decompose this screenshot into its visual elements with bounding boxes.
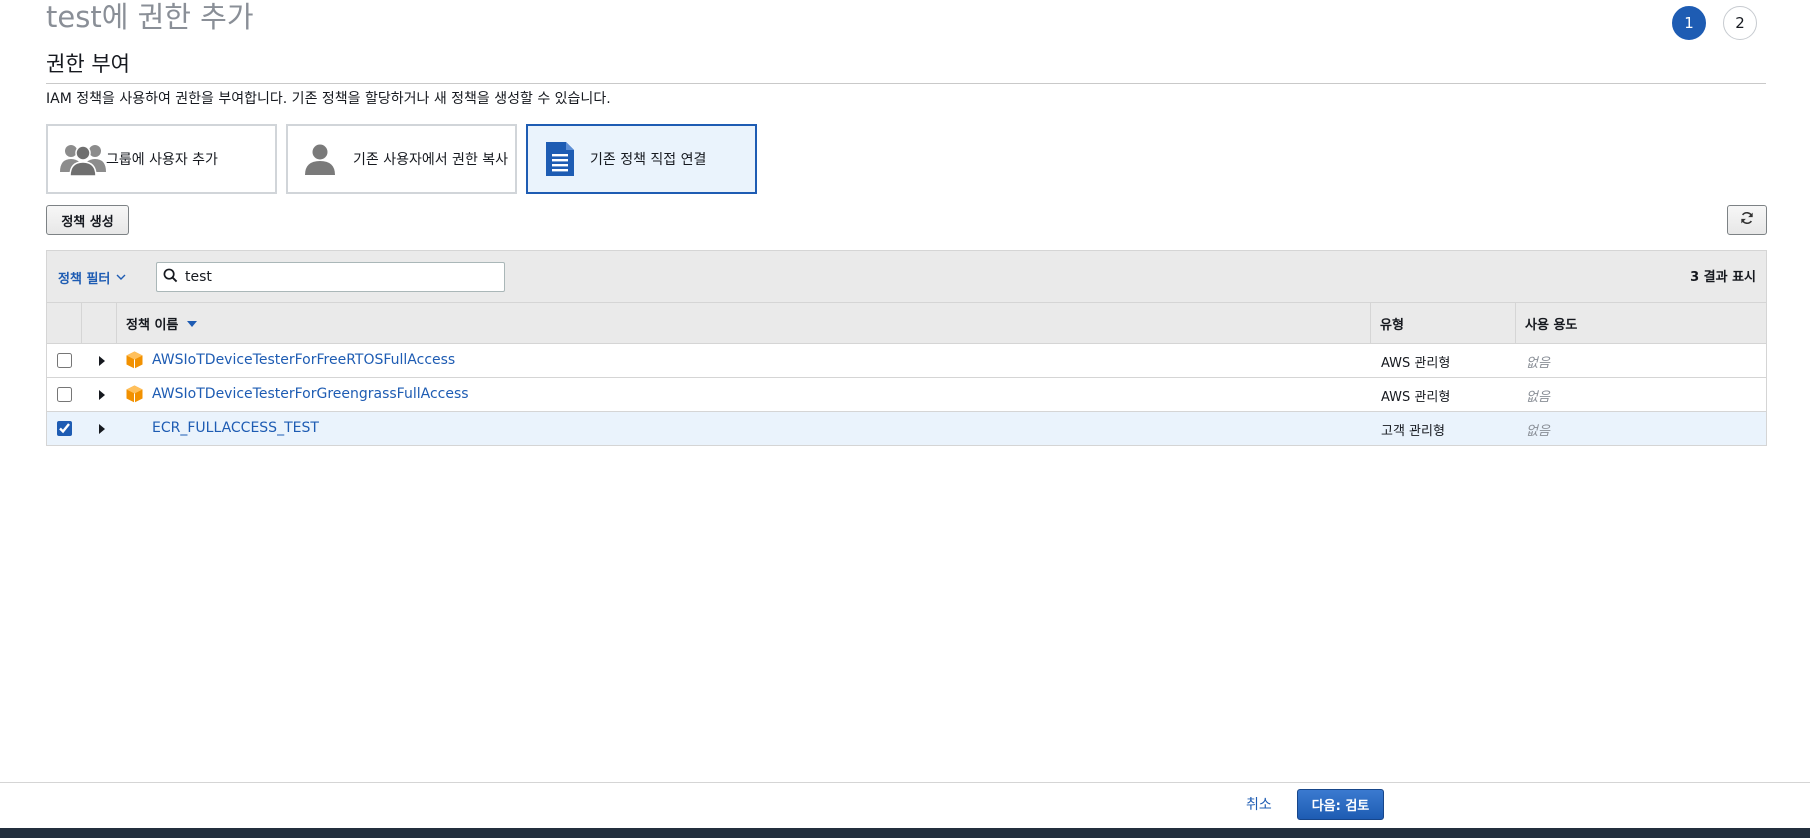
expand-row-icon[interactable] <box>99 424 105 434</box>
section-description: IAM 정책을 사용하여 권한을 부여합니다. 기존 정책을 할당하거나 새 정… <box>46 91 611 107</box>
user-icon <box>304 143 336 175</box>
sort-descending-icon <box>187 321 198 327</box>
option-attach-policies[interactable]: 기존 정책 직접 연결 <box>526 124 757 194</box>
filter-label: 정책 필터 <box>58 272 111 287</box>
policy-usage: 없음 <box>1526 356 1550 371</box>
expand-row-icon[interactable] <box>99 390 105 400</box>
row-checkbox[interactable] <box>57 353 72 368</box>
option-copy-permissions[interactable]: 기존 사용자에서 권한 복사 <box>286 124 517 194</box>
policy-type: 고객 관리형 <box>1381 424 1445 439</box>
users-group-icon <box>60 142 106 176</box>
result-count: 3 결과 표시 <box>1690 270 1756 285</box>
policy-filter-dropdown[interactable]: 정책 필터 <box>58 268 126 287</box>
table-row[interactable]: ECR_FULLACCESS_TEST 고객 관리형 없음 <box>46 412 1767 446</box>
policy-filter-bar: 정책 필터 3 결과 표시 <box>46 250 1767 302</box>
add-permissions-page: test에 권한 추가 1 2 권한 부여 IAM 정책을 사용하여 권한을 부… <box>0 0 1810 838</box>
search-icon <box>163 268 178 287</box>
policy-name-link[interactable]: AWSIoTDeviceTesterForGreengrassFullAcces… <box>152 386 469 402</box>
row-checkbox[interactable] <box>57 387 72 402</box>
policy-table-header: 정책 이름 유형 사용 용도 <box>46 302 1767 344</box>
column-header-type[interactable]: 유형 <box>1370 303 1514 343</box>
policy-name-link[interactable]: ECR_FULLACCESS_TEST <box>152 420 319 436</box>
policy-type: AWS 관리형 <box>1381 356 1451 371</box>
section-divider <box>46 83 1766 84</box>
next-review-button[interactable]: 다음: 검토 <box>1297 789 1384 820</box>
policy-search-input[interactable] <box>183 268 487 286</box>
expand-row-icon[interactable] <box>99 356 105 366</box>
section-title: 권한 부여 <box>46 52 130 76</box>
option-label: 기존 사용자에서 권한 복사 <box>353 152 509 168</box>
page-title: test에 권한 추가 <box>46 0 254 34</box>
document-icon <box>546 142 574 176</box>
create-policy-button[interactable]: 정책 생성 <box>46 205 129 235</box>
policy-type: AWS 관리형 <box>1381 390 1451 405</box>
row-checkbox[interactable] <box>57 421 72 436</box>
refresh-icon <box>1740 211 1754 229</box>
policy-usage: 없음 <box>1526 424 1550 439</box>
column-header-label: 사용 용도 <box>1525 317 1578 333</box>
aws-managed-cube-icon <box>126 351 143 373</box>
wizard-steps: 1 2 <box>1672 6 1757 40</box>
policy-name-link[interactable]: AWSIoTDeviceTesterForFreeRTOSFullAccess <box>152 352 455 368</box>
policy-usage: 없음 <box>1526 390 1550 405</box>
policy-search-box[interactable] <box>156 262 505 292</box>
table-row[interactable]: AWSIoTDeviceTesterForGreengrassFullAcces… <box>46 378 1767 412</box>
wizard-step-2[interactable]: 2 <box>1723 6 1757 40</box>
footer-divider <box>0 782 1810 783</box>
column-header-policy-name[interactable]: 정책 이름 <box>116 303 1370 343</box>
bottom-bar <box>0 828 1810 838</box>
column-separator <box>81 303 82 343</box>
column-header-label: 정책 이름 <box>126 317 179 333</box>
table-row[interactable]: AWSIoTDeviceTesterForFreeRTOSFullAccess … <box>46 344 1767 378</box>
option-label: 기존 정책 직접 연결 <box>590 152 707 168</box>
aws-managed-cube-icon <box>126 385 143 407</box>
cancel-link[interactable]: 취소 <box>1246 795 1272 815</box>
refresh-button[interactable] <box>1727 205 1767 235</box>
chevron-down-icon <box>116 270 126 285</box>
wizard-step-1[interactable]: 1 <box>1672 6 1706 40</box>
option-add-user-to-group[interactable]: 그룹에 사용자 추가 <box>46 124 277 194</box>
option-label: 그룹에 사용자 추가 <box>106 152 218 168</box>
column-header-usage[interactable]: 사용 용도 <box>1515 303 1765 343</box>
column-header-label: 유형 <box>1380 317 1404 333</box>
